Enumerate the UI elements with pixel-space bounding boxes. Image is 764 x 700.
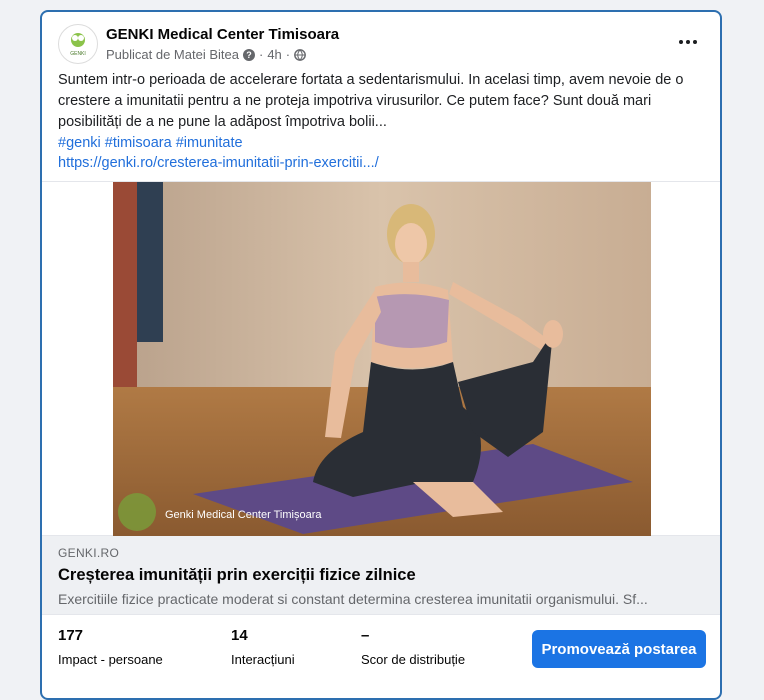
watermark-text: Genki Medical Center Timișoara	[165, 509, 322, 521]
yoga-photo: Genki Medical Center Timișoara	[113, 182, 651, 536]
page-avatar[interactable]: GENKI	[58, 24, 98, 64]
genki-logo-icon: GENKI	[70, 33, 86, 57]
svg-text:GENKI: GENKI	[70, 51, 86, 57]
post-text: Suntem intr-o perioada de accelerare for…	[58, 72, 684, 130]
stat-value: –	[361, 627, 370, 644]
more-options-icon	[679, 40, 683, 44]
post-meta: Publicat de Matei Bitea ? · 4h ·	[106, 47, 307, 62]
hashtag-link[interactable]: #genki	[58, 135, 101, 151]
post-card: GENKI GENKI Medical Center Timisoara Pub…	[40, 10, 722, 700]
article-link[interactable]: https://genki.ro/cresterea-imunitatii-pr…	[58, 155, 379, 171]
stat-distribution-score[interactable]: – Scor de distribuție	[361, 627, 465, 667]
stat-value: 14	[231, 627, 248, 644]
window	[137, 182, 163, 342]
post-header: GENKI GENKI Medical Center Timisoara Pub…	[42, 12, 720, 70]
post-image[interactable]: Genki Medical Center Timișoara	[42, 181, 720, 536]
info-icon[interactable]: ?	[242, 48, 255, 61]
stat-label: Impact - persoane	[58, 652, 163, 667]
link-preview-domain: GENKI.RO	[58, 546, 120, 560]
meta-separator: ·	[258, 47, 264, 62]
meta-separator: ·	[285, 47, 291, 62]
hashtag-link[interactable]: #timisoara	[105, 135, 172, 151]
promote-post-button[interactable]: Promovează postarea	[532, 630, 706, 668]
post-insights: 177 Impact - persoane 14 Interacțiuni – …	[42, 615, 720, 685]
watermark-logo-icon	[118, 493, 156, 531]
stat-impact[interactable]: 177 Impact - persoane	[58, 627, 163, 667]
stat-label: Scor de distribuție	[361, 652, 466, 667]
hashtags: #genki #timisoara #imunitate	[42, 133, 720, 153]
post-time[interactable]: 4h	[267, 47, 281, 62]
hashtag-link[interactable]: #imunitate	[176, 135, 243, 151]
stat-value: 177	[58, 627, 84, 644]
link-preview-description: Exercitiile fizice practicate moderat si…	[58, 591, 648, 607]
link-preview-title[interactable]: Creșterea imunității prin exerciții fizi…	[58, 566, 704, 585]
published-by[interactable]: Publicat de Matei Bitea	[106, 47, 239, 62]
post-link: https://genki.ro/cresterea-imunitatii-pr…	[42, 153, 720, 173]
page-name[interactable]: GENKI Medical Center Timisoara	[106, 26, 339, 43]
globe-icon	[294, 48, 307, 61]
more-options-button[interactable]	[670, 30, 706, 54]
stat-interactions[interactable]: 14 Interacțiuni	[231, 627, 295, 667]
stat-label: Interacțiuni	[231, 652, 295, 667]
brick-wall	[113, 182, 137, 392]
link-preview[interactable]: GENKI.RO Creșterea imunității prin exerc…	[42, 535, 720, 615]
